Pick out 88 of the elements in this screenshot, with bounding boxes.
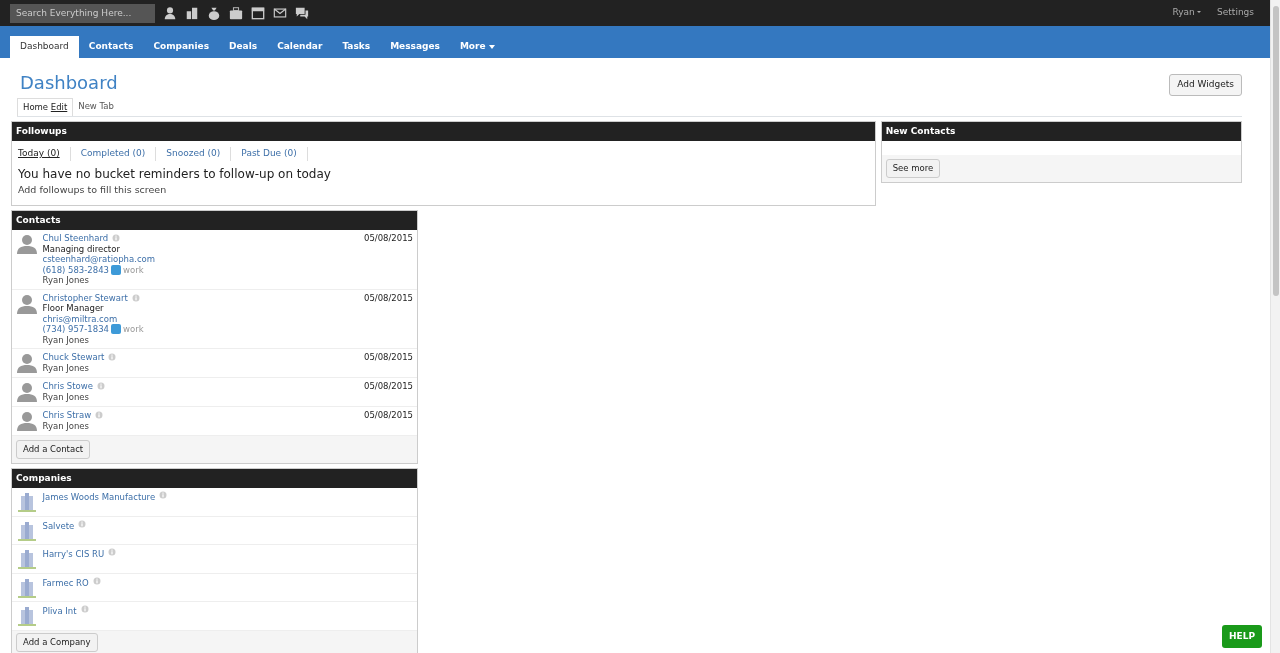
contact-name[interactable]: Chuck Stewart bbox=[42, 352, 105, 363]
building-icon bbox=[16, 491, 38, 514]
filter-tab[interactable]: Snoozed (0) bbox=[156, 147, 232, 161]
search-field[interactable]: Search Everything Here... bbox=[10, 3, 155, 23]
info-icon[interactable] bbox=[108, 548, 117, 557]
help-button[interactable]: HELP bbox=[1222, 624, 1262, 648]
info-icon[interactable] bbox=[112, 234, 121, 243]
user-menu[interactable]: Ryan bbox=[1172, 6, 1202, 20]
settings-link[interactable]: Settings bbox=[1217, 6, 1254, 20]
nav-tab[interactable]: Contacts bbox=[78, 36, 144, 58]
info-icon[interactable] bbox=[108, 353, 117, 362]
contact-name[interactable]: Chul Steenhard bbox=[42, 233, 109, 244]
info-icon[interactable] bbox=[78, 519, 87, 528]
company-name[interactable]: Farmec RO bbox=[42, 576, 89, 590]
company-name[interactable]: Salvete bbox=[42, 519, 75, 533]
nav-tab[interactable]: Calendar bbox=[267, 36, 333, 58]
owner-name: Ryan Jones bbox=[42, 362, 91, 373]
briefcase-icon[interactable] bbox=[229, 6, 243, 20]
empty-message: You have no bucket reminders to follow-up on today bbox=[18, 166, 332, 184]
date-text: 05/08/2015 bbox=[364, 381, 413, 393]
phone-icon[interactable] bbox=[111, 324, 121, 335]
nav-tab[interactable]: More bbox=[449, 36, 505, 58]
nav-tab[interactable]: Dashboard bbox=[10, 36, 79, 58]
envelope-icon[interactable] bbox=[273, 6, 287, 20]
contact-name[interactable]: Christopher Stewart bbox=[42, 292, 128, 303]
filter-tab[interactable]: Completed (0) bbox=[70, 147, 157, 161]
info-icon[interactable] bbox=[159, 491, 168, 500]
avatar-icon bbox=[16, 292, 38, 315]
phone-label: work bbox=[123, 264, 144, 275]
date-text: 05/08/2015 bbox=[364, 292, 413, 305]
sub-tab[interactable]: Home Edit bbox=[17, 98, 74, 116]
building-icon bbox=[16, 576, 38, 599]
job-title: Floor Manager bbox=[42, 303, 105, 314]
nav-tab[interactable]: Companies bbox=[143, 36, 220, 58]
nav-tab[interactable]: Messages bbox=[380, 36, 450, 58]
info-icon[interactable] bbox=[80, 605, 89, 614]
date-text: 05/08/2015 bbox=[364, 233, 413, 245]
filter-tab[interactable]: Past Due (0) bbox=[231, 147, 308, 161]
owner-name: Ryan Jones bbox=[42, 391, 91, 402]
scrollbar[interactable] bbox=[1270, 0, 1280, 653]
info-icon[interactable] bbox=[92, 576, 101, 585]
job-title: Managing director bbox=[42, 243, 121, 254]
nav-tab[interactable]: Deals bbox=[219, 36, 268, 58]
phone-label: work bbox=[123, 324, 144, 335]
contact-name[interactable]: Chris Stowe bbox=[42, 381, 93, 392]
calendar-icon[interactable] bbox=[251, 6, 265, 20]
date-text: 05/08/2015 bbox=[364, 410, 413, 422]
company-name[interactable]: Harry's CIS RU bbox=[42, 548, 105, 561]
add-company-button[interactable]: Add a Company bbox=[16, 632, 98, 652]
avatar-icon bbox=[16, 233, 38, 255]
panel-header: Contacts bbox=[12, 211, 417, 230]
info-icon[interactable] bbox=[131, 293, 140, 302]
panel-header: Companies bbox=[12, 469, 417, 489]
email-link[interactable]: chris@miltra.com bbox=[42, 313, 118, 324]
avatar-icon bbox=[16, 410, 38, 432]
contact-name[interactable]: Chris Straw bbox=[42, 410, 92, 421]
owner-name: Ryan Jones bbox=[42, 275, 91, 286]
owner-name: Ryan Jones bbox=[42, 334, 91, 345]
filter-tab[interactable]: Today (0) bbox=[18, 147, 71, 161]
building-icon[interactable] bbox=[185, 6, 199, 20]
info-icon[interactable] bbox=[96, 382, 105, 391]
panel-header: Followups bbox=[12, 122, 876, 142]
avatar-icon bbox=[16, 352, 38, 374]
building-icon bbox=[16, 519, 38, 542]
phone-link[interactable]: (734) 957-1834 bbox=[42, 324, 109, 335]
page-title: Dashboard bbox=[20, 72, 118, 94]
email-link[interactable]: csteenhard@ratiopha.com bbox=[42, 254, 156, 264]
money-bag-icon[interactable] bbox=[207, 6, 221, 20]
edit-link[interactable]: Edit bbox=[50, 102, 68, 112]
avatar-icon bbox=[16, 381, 38, 403]
add-contact-button[interactable]: Add a Contact bbox=[16, 440, 91, 459]
building-icon bbox=[16, 548, 38, 571]
hint-text: Add followups to fill this screen bbox=[18, 183, 168, 198]
building-icon bbox=[16, 605, 38, 628]
chat-icon[interactable] bbox=[295, 6, 309, 20]
see-more-button[interactable]: See more bbox=[885, 159, 941, 178]
nav-tab[interactable]: Tasks bbox=[332, 36, 381, 58]
company-name[interactable]: Pliva Int bbox=[42, 605, 77, 618]
date-text: 05/08/2015 bbox=[364, 352, 413, 364]
owner-name: Ryan Jones bbox=[42, 420, 91, 431]
sub-tab[interactable]: New Tab bbox=[73, 98, 119, 116]
person-icon[interactable] bbox=[163, 6, 177, 20]
phone-icon[interactable] bbox=[111, 264, 121, 275]
add-widgets-button[interactable]: Add Widgets bbox=[1169, 74, 1242, 96]
company-name[interactable]: James Woods Manufacture bbox=[42, 491, 156, 504]
info-icon[interactable] bbox=[95, 411, 104, 420]
panel-header: New Contacts bbox=[881, 122, 1241, 142]
phone-link[interactable]: (618) 583-2843 bbox=[42, 264, 109, 275]
